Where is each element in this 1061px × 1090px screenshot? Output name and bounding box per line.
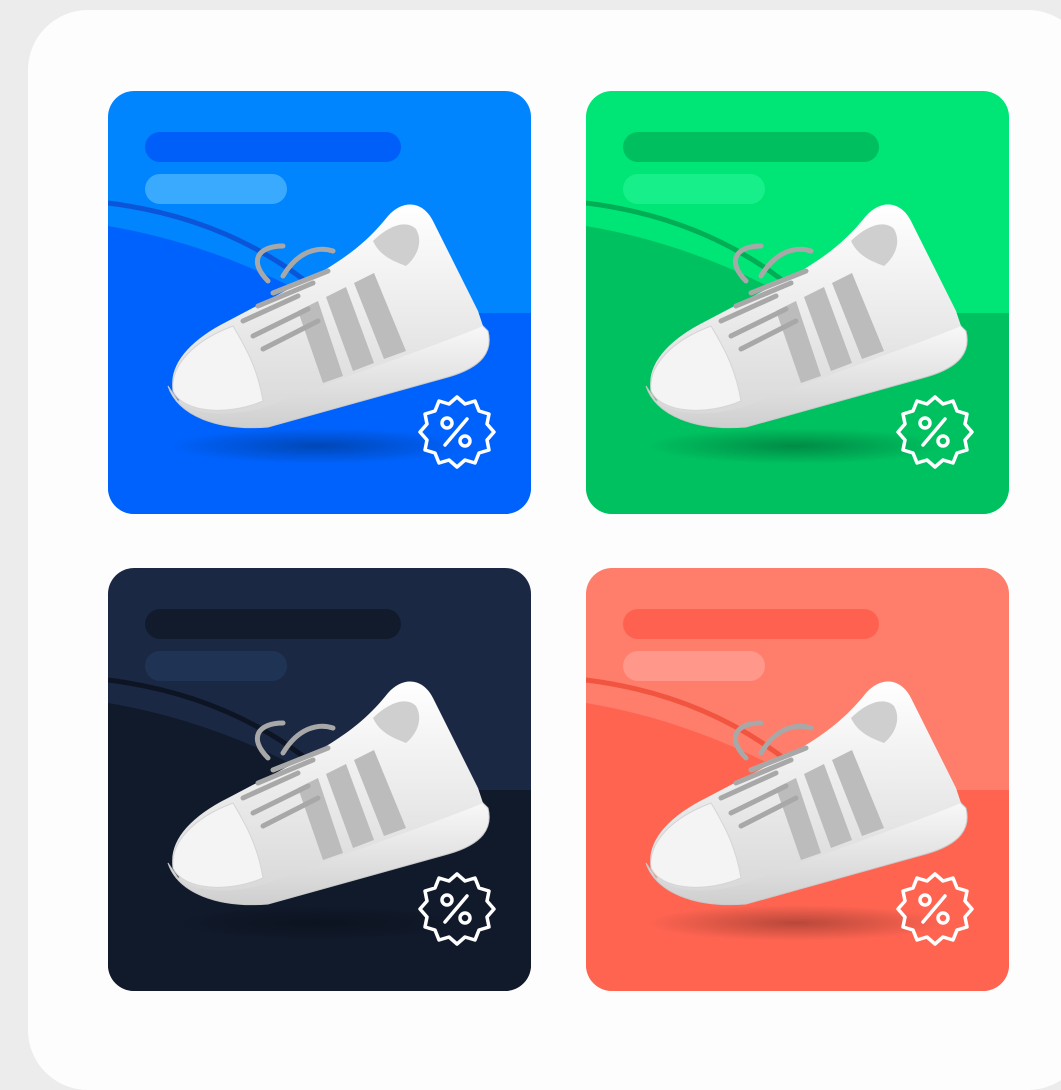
discount-badge-icon xyxy=(418,872,496,946)
title-placeholder-bar xyxy=(623,132,879,162)
title-placeholder-bar xyxy=(623,609,879,639)
subtitle-placeholder-bar xyxy=(623,174,765,204)
product-card-navy[interactable] xyxy=(108,568,531,991)
discount-badge-icon xyxy=(896,872,974,946)
product-card-green[interactable] xyxy=(586,91,1009,514)
title-placeholder-bar xyxy=(145,132,401,162)
title-placeholder-bar xyxy=(145,609,401,639)
subtitle-placeholder-bar xyxy=(623,651,765,681)
subtitle-placeholder-bar xyxy=(145,651,287,681)
subtitle-placeholder-bar xyxy=(145,174,287,204)
product-card-blue[interactable] xyxy=(108,91,531,514)
discount-badge-icon xyxy=(896,395,974,469)
discount-badge-icon xyxy=(418,395,496,469)
product-card-coral[interactable] xyxy=(586,568,1009,991)
